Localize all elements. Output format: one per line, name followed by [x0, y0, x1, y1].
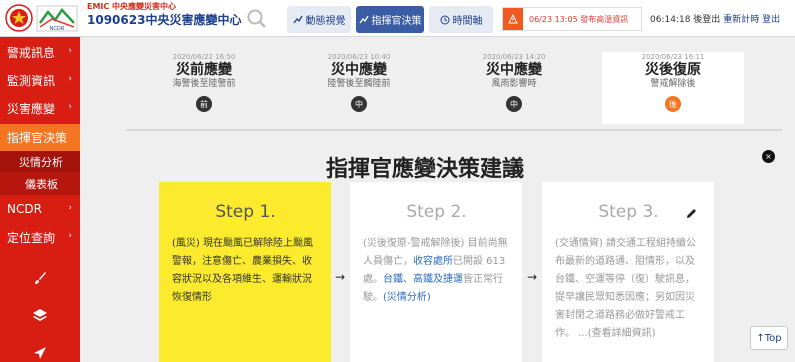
- stage-date: 2020/06/23 14:20: [482, 53, 546, 61]
- chevron-right-icon: ›: [68, 231, 72, 241]
- tab-label: 動態視覺: [305, 16, 346, 27]
- timeline-stage-after[interactable]: 2020/06/23 16:11 災後復原 警戒解除後 後: [603, 52, 743, 112]
- location-arrow-icon[interactable]: [32, 345, 48, 361]
- emic-logo[interactable]: NCDR: [4, 3, 80, 34]
- alert-text: 06/23 13:05 發布高溫資訊: [529, 14, 629, 24]
- sidebar-item-monitoring[interactable]: 監測資訊 ›: [0, 68, 80, 92]
- stage-desc: 海警後至陸警前: [172, 79, 236, 89]
- refresh-timer-link[interactable]: 重新計時: [723, 15, 759, 25]
- sidebar-item-label: 監測資訊: [7, 73, 56, 88]
- back-to-top-label: Top: [764, 332, 782, 344]
- shelter-link[interactable]: 收容處所: [413, 256, 453, 267]
- timeline-stage-before[interactable]: 2020/06/22 16:50 災前應變 海警後至陸警前 前: [134, 52, 274, 112]
- stage-name: 災中應變: [331, 62, 387, 78]
- stage-desc: 陸警後至觸陸前: [327, 79, 391, 89]
- stage-desc: 風雨影響時: [491, 79, 537, 89]
- stage-desc: 警戒解除後: [650, 79, 696, 89]
- brand-subtitle: EMIC 中央應變災害中心: [87, 2, 177, 11]
- pencil-icon[interactable]: [685, 205, 698, 218]
- step-card-1: Step 1. (風災) 現在颱風已解除陸上颱風警報，注意傷亡、農業損失、收容狀…: [159, 182, 331, 362]
- top-header: NCDR EMIC 中央應變災害中心 1090623中央災害應變中心 動態視覺 …: [0, 0, 795, 37]
- logout-link[interactable]: 登出: [762, 15, 780, 25]
- brand: EMIC 中央應變災害中心 1090623中央災害應變中心: [87, 2, 241, 28]
- step-text: (交通情資) 請交通工程組持續公布最新的道路通、阻情形，以及台鐵、空運等停（復）…: [555, 238, 696, 339]
- chevron-right-icon: ›: [68, 46, 72, 56]
- stage-badge: 後: [665, 96, 681, 112]
- back-to-top-button[interactable]: ↑ Top: [750, 326, 788, 350]
- stage-name: 災後復原: [645, 62, 701, 78]
- step-label: Step 2.: [406, 202, 467, 222]
- tab-dynamic-view[interactable]: 動態視覺: [287, 6, 351, 33]
- chart-line-icon: [292, 15, 303, 23]
- sidebar-item-label: NCDR: [7, 202, 42, 216]
- sidebar-item-ncdr[interactable]: NCDR ›: [0, 197, 80, 221]
- step-card-2: Step 2. (災後復原-警戒解除後) 目前尚無人員傷亡，收容處所已開設 61…: [350, 182, 522, 362]
- search-icon[interactable]: [246, 8, 268, 30]
- step-label: Step 3.: [598, 202, 659, 222]
- brush-icon[interactable]: [32, 270, 48, 286]
- sidebar-item-alerts[interactable]: 警戒訊息 ›: [0, 40, 80, 64]
- sidebar-item-disaster-response[interactable]: 災害應變 ›: [0, 96, 80, 120]
- chevron-right-icon: ›: [68, 203, 72, 213]
- svg-text:NCDR: NCDR: [50, 26, 65, 32]
- timeline-stage-during-2[interactable]: 2020/06/23 14:20 災中應變 風雨影響時 中: [444, 52, 584, 112]
- stage-name: 災前應變: [176, 62, 232, 78]
- arrow-right-icon: →: [527, 270, 538, 284]
- sidebar-item-label: 指揮官決策: [7, 131, 68, 145]
- sidebar: 警戒訊息 › 監測資訊 › 災害應變 › 指揮官決策 災情分析 儀表板 NCDR…: [0, 37, 80, 362]
- sidebar-subitem-dashboard[interactable]: 儀表板: [0, 172, 80, 195]
- alert-banner[interactable]: 06/23 13:05 發布高溫資訊: [502, 7, 642, 31]
- stage-date: 2020/06/22 16:50: [172, 53, 236, 61]
- timeline-stage-during-1[interactable]: 2020/06/23 10:40 災中應變 陸警後至觸陸前 中: [289, 52, 429, 112]
- stage-badge: 中: [506, 96, 522, 112]
- page-title: 指揮官應變決策建議: [326, 157, 525, 182]
- session-status: 06:14:18 後登出 重新計時 登出: [650, 12, 780, 25]
- stage-name: 災中應變: [486, 62, 542, 78]
- sidebar-item-location-search[interactable]: 定位查詢 ›: [0, 225, 80, 249]
- step-text: (災後復原-警戒解除後) 目前尚無人員傷亡，收容處所已開設 613處。台鐵、高鐵…: [363, 235, 510, 307]
- chevron-right-icon: ›: [68, 102, 72, 112]
- step-label: Step 1.: [215, 202, 276, 222]
- transport-link[interactable]: 台鐵、高鐵及捷運: [383, 274, 463, 285]
- clock-icon: [440, 15, 449, 24]
- sidebar-item-commander-decision[interactable]: 指揮官決策: [0, 124, 80, 151]
- tab-timeline[interactable]: 時間軸: [429, 6, 493, 33]
- warning-icon: [503, 8, 523, 30]
- tab-label: 時間軸: [452, 16, 483, 27]
- sidebar-item-label: 定位查詢: [7, 230, 56, 245]
- sidebar-item-label: 災害應變: [7, 101, 56, 116]
- sidebar-item-label: 警戒訊息: [7, 45, 56, 60]
- stage-badge: 前: [196, 96, 212, 112]
- arrow-right-icon: →: [335, 270, 346, 284]
- session-status-text: 後登出: [693, 15, 721, 25]
- section-divider: [126, 129, 782, 131]
- stage-date: 2020/06/23 16:11: [641, 53, 705, 61]
- step-text: (風災) 現在颱風已解除陸上颱風警報，注意傷亡、農業損失、收容狀況以及各項維生、…: [172, 238, 313, 303]
- sidebar-subitem-disaster-analysis[interactable]: 災情分析: [0, 151, 80, 172]
- session-time: 06:14:18: [650, 15, 691, 25]
- close-icon[interactable]: ×: [762, 150, 775, 163]
- tab-label: 指揮官決策: [371, 16, 422, 27]
- stage-date: 2020/06/23 10:40: [327, 53, 391, 61]
- tab-commander-decision[interactable]: 指揮官決策: [356, 6, 424, 33]
- disaster-analysis-link[interactable]: (災情分析): [383, 292, 431, 303]
- chevron-right-icon: ›: [68, 74, 72, 84]
- stage-badge: 中: [351, 96, 367, 112]
- chart-line-icon: [358, 15, 369, 23]
- layers-icon[interactable]: [32, 307, 48, 323]
- brand-title: 1090623中央災害應變中心: [87, 13, 242, 27]
- arrow-up-icon: ↑: [756, 332, 765, 344]
